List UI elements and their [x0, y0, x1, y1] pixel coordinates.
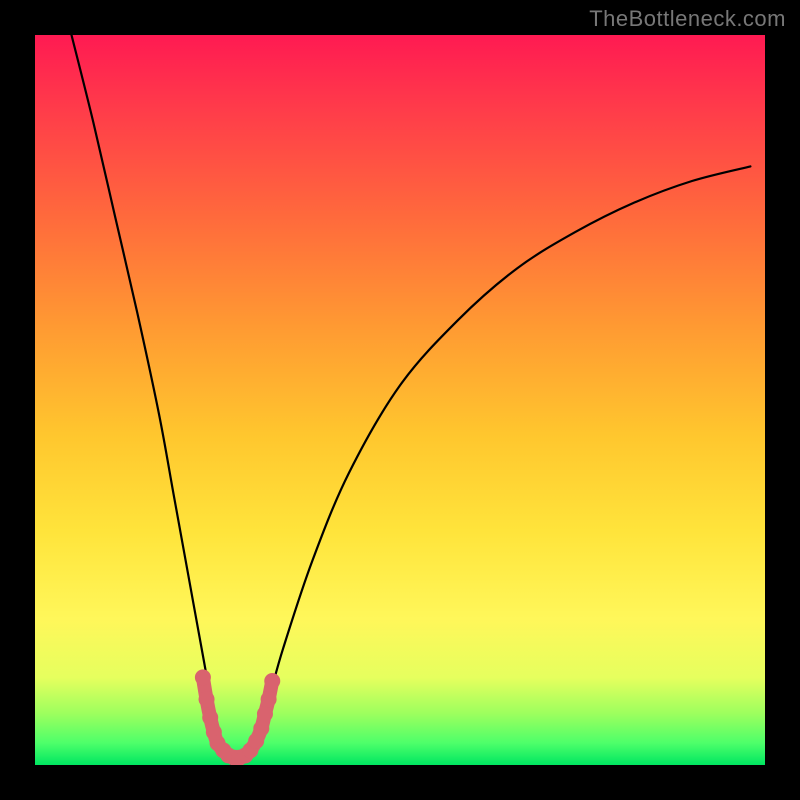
chart-frame: TheBottleneck.com	[0, 0, 800, 800]
trough-markers	[195, 669, 280, 765]
chart-svg	[35, 35, 765, 765]
bottleneck-curve	[72, 35, 751, 765]
watermark-text: TheBottleneck.com	[589, 6, 786, 32]
plot-area	[35, 35, 765, 765]
